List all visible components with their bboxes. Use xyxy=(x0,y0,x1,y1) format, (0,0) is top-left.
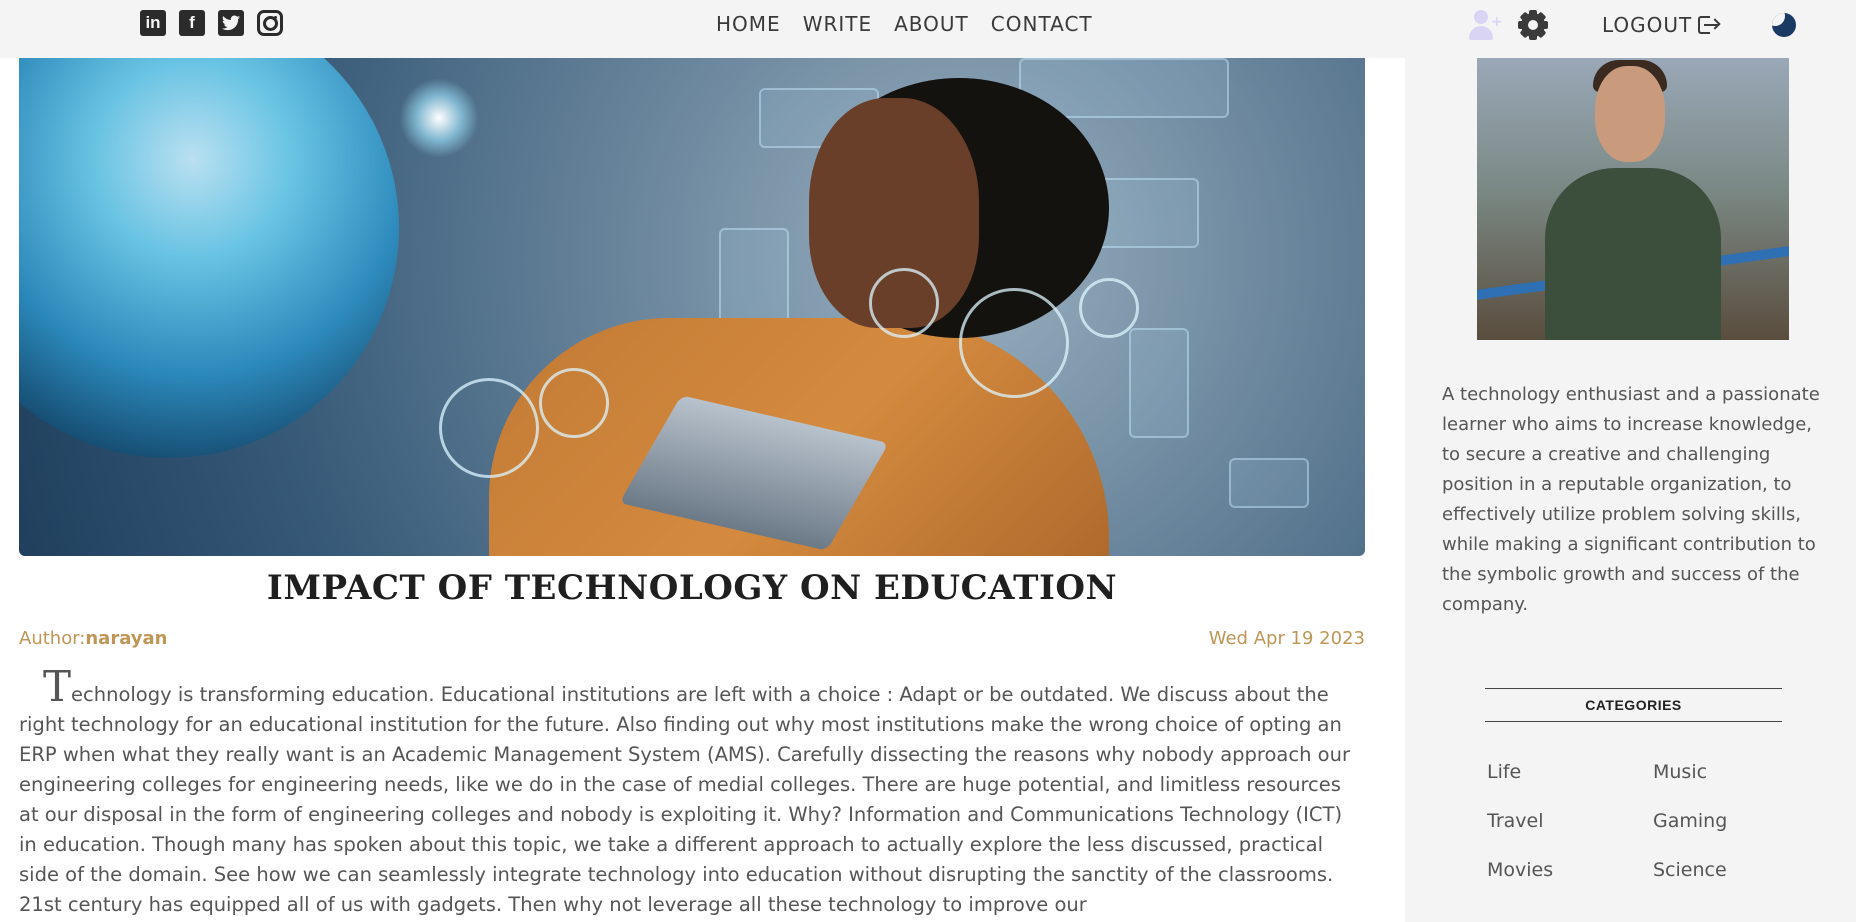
author-avatar xyxy=(1477,58,1789,340)
facebook-icon[interactable]: f xyxy=(179,10,205,36)
category-science[interactable]: Science xyxy=(1653,856,1819,884)
post-author: Author:narayan xyxy=(19,628,167,649)
category-life[interactable]: Life xyxy=(1487,758,1653,786)
moon-icon[interactable] xyxy=(1772,13,1797,37)
author-label: Author: xyxy=(19,628,86,649)
nav-write[interactable]: WRITE xyxy=(803,12,872,36)
top-bar: in f HOME WRITE ABOUT CONTACT + LOGOUT xyxy=(0,0,1856,58)
category-music[interactable]: Music xyxy=(1653,758,1819,786)
linkedin-icon[interactable]: in xyxy=(140,10,166,36)
post-meta: Author:narayan Wed Apr 19 2023 xyxy=(19,628,1365,649)
category-travel[interactable]: Travel xyxy=(1487,807,1653,835)
user-controls: + LOGOUT xyxy=(1468,8,1797,42)
logout-label: LOGOUT xyxy=(1602,13,1693,37)
nav-contact[interactable]: CONTACT xyxy=(991,12,1093,36)
gear-icon[interactable] xyxy=(1518,10,1548,40)
author-name[interactable]: narayan xyxy=(85,628,167,649)
add-user-icon[interactable]: + xyxy=(1468,8,1503,42)
twitter-icon[interactable] xyxy=(218,10,244,36)
category-gaming[interactable]: Gaming xyxy=(1653,807,1819,835)
main-nav: HOME WRITE ABOUT CONTACT xyxy=(716,12,1093,36)
sidebar: A technology enthusiast and a passionate… xyxy=(1405,58,1856,922)
nav-home[interactable]: HOME xyxy=(716,12,781,36)
post-body-text: echnology is transforming education. Edu… xyxy=(19,683,1350,916)
post-date: Wed Apr 19 2023 xyxy=(1208,628,1365,649)
categories-list: Life Music Travel Gaming Movies Science xyxy=(1487,758,1819,884)
logout-icon xyxy=(1698,15,1721,35)
logout-button[interactable]: LOGOUT xyxy=(1602,13,1721,37)
post-hero-image xyxy=(19,58,1365,556)
categories-title: CATEGORIES xyxy=(1485,688,1782,722)
nav-about[interactable]: ABOUT xyxy=(894,12,969,36)
drop-cap: T xyxy=(43,662,72,711)
about-text: A technology enthusiast and a passionate… xyxy=(1442,384,1820,615)
social-links: in f xyxy=(140,10,283,36)
instagram-icon[interactable] xyxy=(257,10,283,36)
category-movies[interactable]: Movies xyxy=(1487,856,1653,884)
post-title: IMPACT OF TECHNOLOGY ON EDUCATION xyxy=(266,568,1118,608)
post-body: Technology is transforming education. Ed… xyxy=(19,666,1365,920)
